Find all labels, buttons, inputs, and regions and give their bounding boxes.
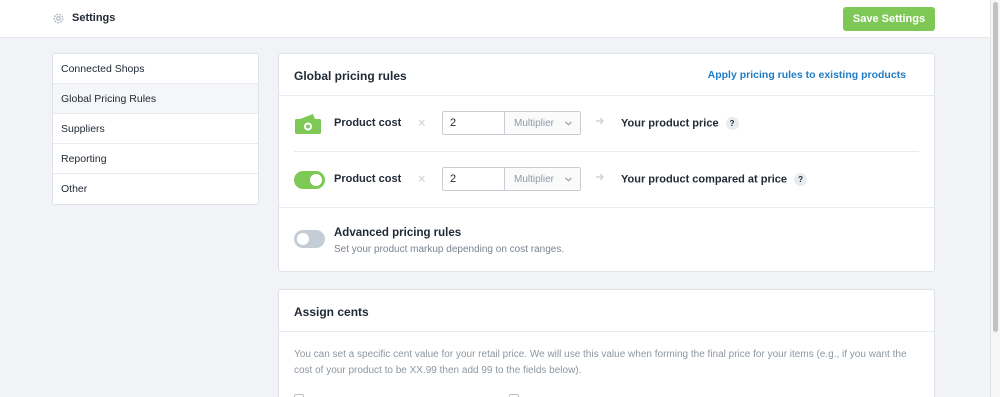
product-cost-label: Product cost: [334, 173, 402, 185]
pricing-rule-row: Product cost × Multiplier Your product c…: [279, 152, 934, 208]
price-mode-select[interactable]: Multiplier: [504, 111, 581, 135]
cents-description: You can set a specific cent value for yo…: [294, 349, 907, 376]
advanced-pricing-section: Advanced pricing rules Set your product …: [279, 208, 934, 272]
select-value: Multiplier: [514, 118, 555, 129]
product-cost-label: Product cost: [334, 117, 402, 129]
result-text: Your product price: [621, 117, 719, 130]
multiply-sign: ×: [418, 115, 426, 130]
chevron-down-icon: [565, 177, 572, 182]
sidebar-item-suppliers[interactable]: Suppliers: [53, 114, 258, 144]
toggle-knob: [310, 174, 322, 186]
apply-pricing-rules-link[interactable]: Apply pricing rules to existing products: [708, 69, 906, 81]
result-label: Your product compared at price?: [621, 173, 808, 186]
top-bar: Settings Save Settings: [0, 0, 990, 38]
scrollbar-thumb[interactable]: [993, 2, 998, 332]
advanced-pricing-title: Advanced pricing rules: [334, 227, 462, 239]
page-scrollbar[interactable]: [990, 0, 1000, 397]
compare-mode-select[interactable]: Multiplier: [504, 167, 581, 191]
help-icon[interactable]: ?: [794, 173, 808, 186]
pricing-rule-row: Product cost × Multiplier Your product p…: [279, 96, 934, 152]
result-label: Your product price?: [621, 117, 739, 130]
compare-price-toggle[interactable]: [294, 171, 325, 189]
compare-multiplier-input[interactable]: [442, 167, 504, 191]
advanced-pricing-toggle[interactable]: [294, 230, 325, 248]
chevron-down-icon: [565, 121, 572, 126]
help-icon[interactable]: ?: [725, 117, 739, 130]
select-value: Multiplier: [514, 174, 555, 185]
gear-icon: [53, 13, 64, 24]
card-title: Assign cents: [294, 305, 369, 319]
arrow-right-icon: [596, 117, 604, 125]
money-icon: [295, 114, 321, 134]
advanced-pricing-description: Set your product markup depending on cos…: [334, 244, 565, 255]
save-settings-button[interactable]: Save Settings: [843, 7, 935, 31]
arrow-right-icon: [596, 173, 604, 181]
toggle-knob: [297, 233, 309, 245]
price-multiplier-input[interactable]: [442, 111, 504, 135]
result-text: Your product compared at price: [621, 173, 788, 186]
page-title: Settings: [72, 12, 116, 24]
sidebar-item-other[interactable]: Other: [53, 174, 258, 204]
sidebar-item-global-pricing-rules[interactable]: Global Pricing Rules: [53, 84, 258, 114]
card-title: Global pricing rules: [294, 69, 407, 83]
global-pricing-card: Global pricing rules Apply pricing rules…: [278, 53, 935, 272]
assign-cents-card: Assign cents You can set a specific cent…: [278, 289, 935, 397]
sidebar: Connected Shops Global Pricing Rules Sup…: [52, 53, 259, 205]
multiply-sign: ×: [418, 171, 426, 186]
card-header: Assign cents: [279, 290, 934, 332]
card-header: Global pricing rules Apply pricing rules…: [279, 54, 934, 96]
sidebar-item-reporting[interactable]: Reporting: [53, 144, 258, 174]
sidebar-item-connected-shops[interactable]: Connected Shops: [53, 54, 258, 84]
